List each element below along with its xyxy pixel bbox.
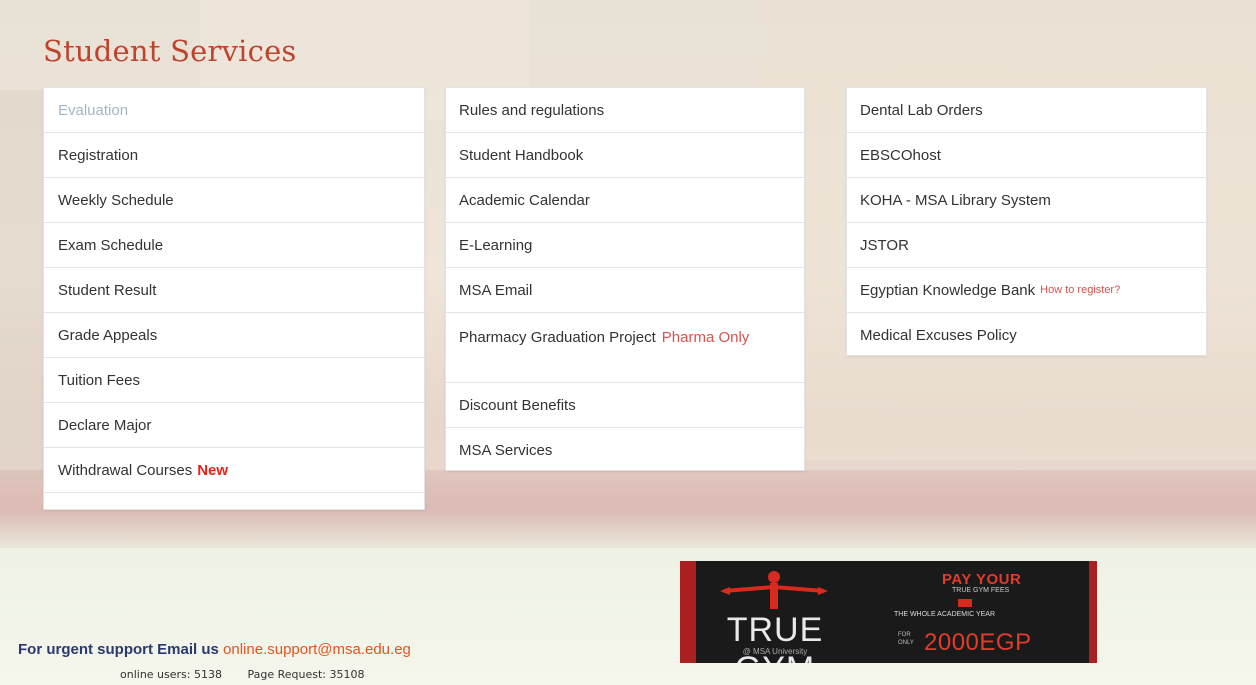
- link-label: Registration: [58, 146, 139, 164]
- link-medical-excuses-policy[interactable]: Medical Excuses Policy: [847, 313, 1206, 358]
- support-text: For urgent support Email us: [18, 641, 219, 658]
- link-label: MSA Email: [459, 281, 533, 299]
- link-label: Medical Excuses Policy: [860, 327, 1017, 344]
- link-jstor[interactable]: JSTOR: [847, 223, 1206, 268]
- link-label: Academic Calendar: [459, 191, 590, 209]
- page-title: Student Services: [43, 34, 297, 68]
- link-label: Student Result: [58, 281, 157, 299]
- price-text: 2000EGP: [924, 629, 1032, 656]
- true-gym-banner[interactable]: TRUE GYM @ MSA University PAY YOUR TRUE …: [680, 561, 1097, 663]
- pay-your-text: PAY YOUR: [942, 571, 1022, 588]
- link-label: Grade Appeals: [58, 326, 158, 344]
- link-registration[interactable]: Registration: [44, 133, 424, 178]
- banner-divider: [958, 599, 972, 607]
- link-weekly-schedule[interactable]: Weekly Schedule: [44, 178, 424, 223]
- support-line: For urgent support Email us online.suppo…: [18, 641, 411, 658]
- how-to-register-link[interactable]: How to register?: [1040, 284, 1120, 296]
- services-column-1: Evaluation Registration Weekly Schedule …: [43, 87, 425, 510]
- link-label: Egyptian Knowledge Bank: [860, 281, 1036, 299]
- gym-subtitle: @ MSA University: [742, 647, 808, 656]
- online-users: online users: 5138: [120, 668, 222, 681]
- new-badge: New: [197, 461, 229, 479]
- fees-text: TRUE GYM FEES: [952, 587, 1010, 594]
- link-rules-regulations[interactable]: Rules and regulations: [446, 88, 804, 133]
- banner-accent: [1089, 561, 1097, 663]
- services-column-3: Dental Lab Orders EBSCOhost KOHA - MSA L…: [846, 87, 1207, 356]
- link-label: Declare Major: [58, 416, 152, 434]
- link-label: Student Handbook: [459, 146, 584, 164]
- page-requests: Page Request: 35108: [247, 668, 365, 681]
- banner-accent: [680, 561, 696, 663]
- link-ebscohost[interactable]: EBSCOhost: [847, 133, 1206, 178]
- link-egyptian-knowledge-bank[interactable]: Egyptian Knowledge Bank How to register?: [847, 268, 1206, 313]
- link-e-learning[interactable]: E-Learning: [446, 223, 804, 268]
- link-label: Exam Schedule: [58, 236, 164, 254]
- link-koha-library[interactable]: KOHA - MSA Library System: [847, 178, 1206, 223]
- link-tuition-fees[interactable]: Tuition Fees: [44, 358, 424, 403]
- link-label: KOHA - MSA Library System: [860, 191, 1051, 209]
- academic-year-text: THE WHOLE ACADEMIC YEAR: [894, 611, 996, 618]
- link-label: Weekly Schedule: [58, 191, 174, 209]
- link-pharmacy-graduation-project[interactable]: Pharmacy Graduation Project Pharma Only: [446, 313, 804, 383]
- link-label: EBSCOhost: [860, 146, 941, 164]
- link-student-handbook[interactable]: Student Handbook: [446, 133, 804, 178]
- link-label-wrap: Pharmacy Graduation Project Pharma Only: [459, 327, 749, 349]
- support-email-link[interactable]: online.support@msa.edu.eg: [223, 641, 411, 658]
- link-dental-lab-orders[interactable]: Dental Lab Orders: [847, 88, 1206, 133]
- link-student-result[interactable]: Student Result: [44, 268, 424, 313]
- link-label: Withdrawal Courses: [58, 461, 193, 479]
- link-label: Tuition Fees: [58, 371, 140, 389]
- dumbbell-icon: [720, 571, 828, 609]
- pharma-only-tag: Pharma Only: [661, 329, 750, 346]
- for-only-text: FOR ONLY: [898, 632, 914, 646]
- link-exam-schedule[interactable]: Exam Schedule: [44, 223, 424, 268]
- link-discount-benefits[interactable]: Discount Benefits: [446, 383, 804, 428]
- site-stats: online users: 5138 Page Request: 35108: [120, 668, 387, 681]
- services-column-2: Rules and regulations Student Handbook A…: [445, 87, 805, 471]
- link-label: Pharmacy Graduation Project: [459, 329, 656, 346]
- link-msa-services[interactable]: MSA Services: [446, 428, 804, 473]
- link-label: Dental Lab Orders: [860, 101, 983, 119]
- link-declare-major[interactable]: Declare Major: [44, 403, 424, 448]
- link-label: JSTOR: [860, 236, 909, 254]
- link-label: MSA Services: [459, 442, 553, 459]
- link-label: E-Learning: [459, 236, 533, 254]
- link-msa-email[interactable]: MSA Email: [446, 268, 804, 313]
- link-evaluation[interactable]: Evaluation: [44, 88, 424, 133]
- link-label: Discount Benefits: [459, 396, 576, 414]
- link-grade-appeals[interactable]: Grade Appeals: [44, 313, 424, 358]
- link-academic-calendar[interactable]: Academic Calendar: [446, 178, 804, 223]
- link-label: Rules and regulations: [459, 101, 605, 119]
- link-label: Evaluation: [58, 101, 129, 119]
- link-withdrawal-courses[interactable]: Withdrawal Courses New: [44, 448, 424, 493]
